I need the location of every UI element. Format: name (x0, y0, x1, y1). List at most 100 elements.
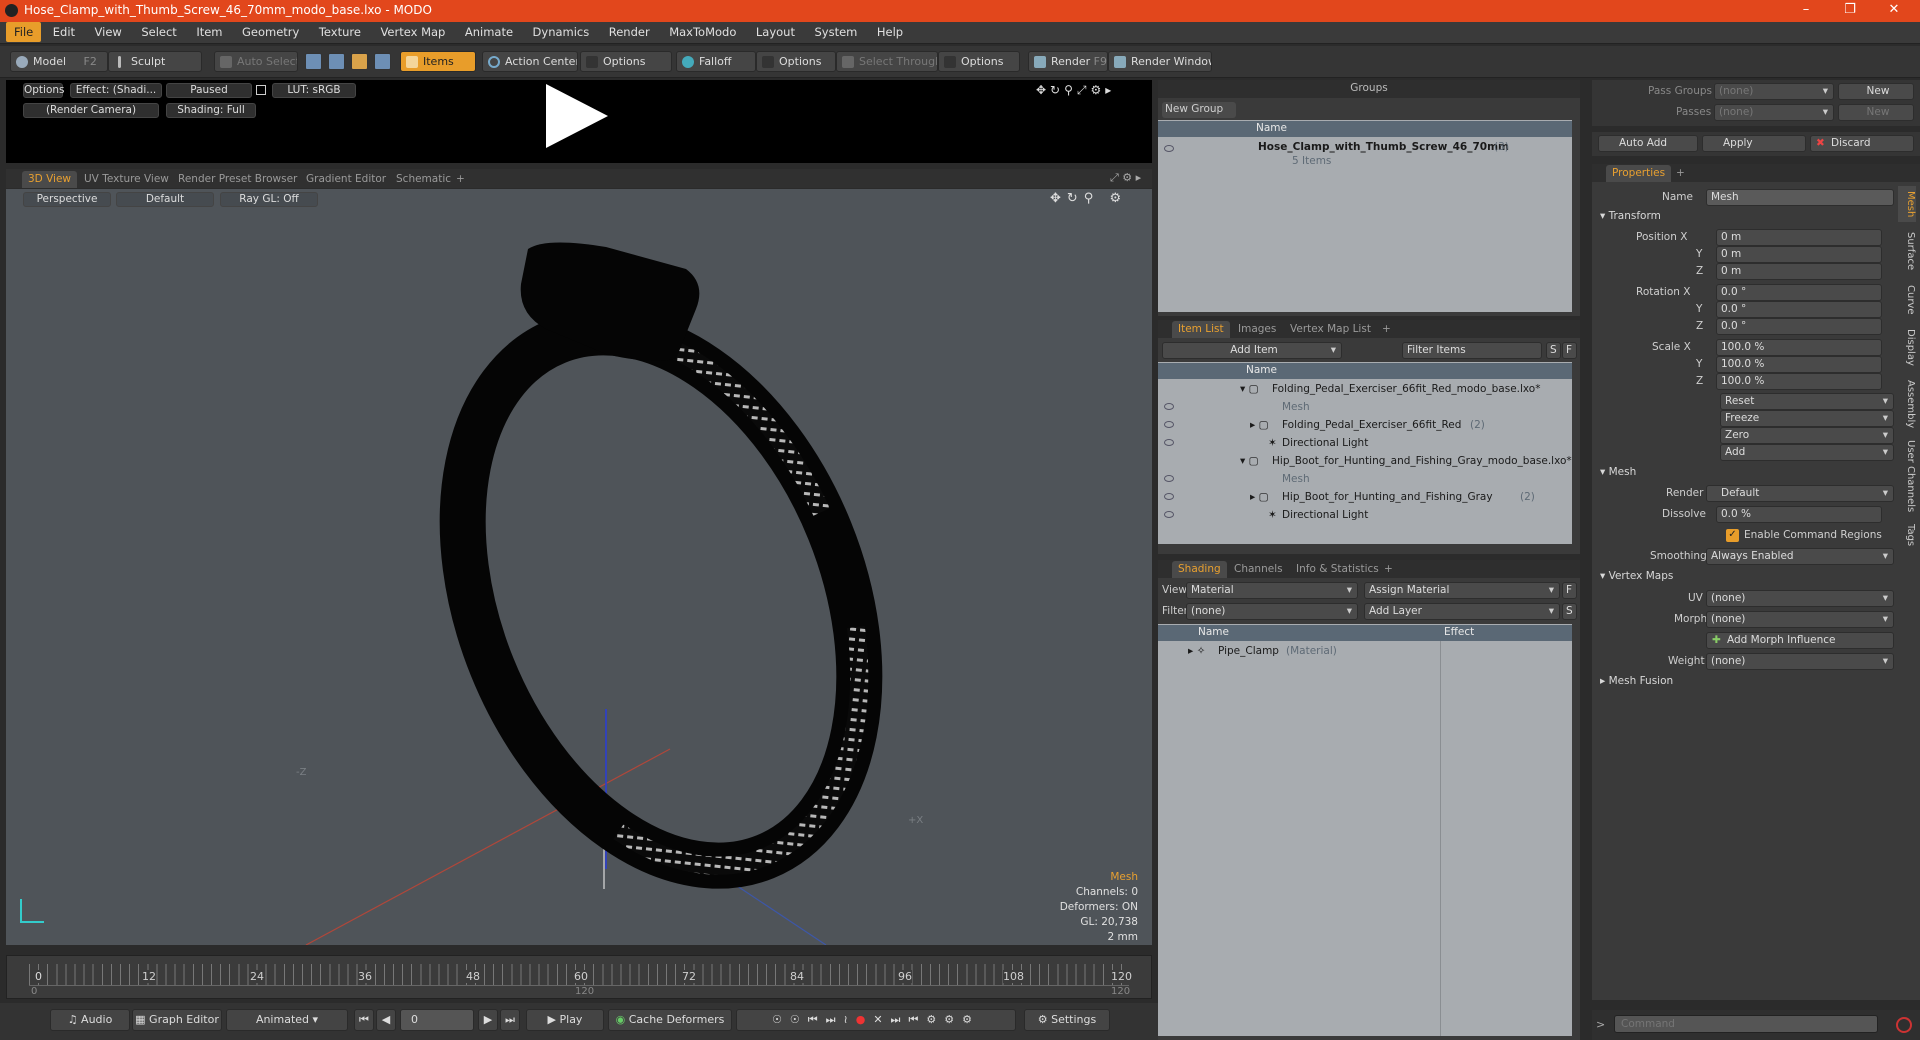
item-row-scene-2[interactable]: ▾ ▢ Hip_Boot_for_Hunting_and_Fishing_Gray… (1158, 452, 1572, 470)
menu-help[interactable]: Help (869, 22, 911, 42)
item-row-light-2[interactable]: ✶ Directional Light (1158, 506, 1572, 524)
tab-add-list[interactable]: + (1376, 321, 1397, 338)
menu-dynamics[interactable]: Dynamics (525, 22, 598, 42)
filter-dropdown[interactable]: (none) (1186, 603, 1358, 620)
item-row-mesh-2[interactable]: Mesh (1158, 470, 1572, 488)
audio-button[interactable]: ♫ Audio (50, 1009, 130, 1031)
items-button[interactable]: Items (400, 51, 476, 72)
options-button-1[interactable]: Options (580, 51, 672, 72)
menu-maxtomodo[interactable]: MaxToModo (661, 22, 744, 42)
goto-end-button[interactable]: ⏭ (500, 1009, 520, 1031)
lock-icon[interactable] (256, 85, 266, 95)
frame-field[interactable]: 0 (400, 1009, 474, 1031)
vertex-maps-section[interactable]: ▾ Vertex Maps (1600, 570, 1673, 582)
options-button-3[interactable]: Options (938, 51, 1020, 72)
group-row[interactable]: Hose_Clamp_with_Thumb_Screw_46_70mm (3) … (1158, 139, 1572, 171)
freeze-dropdown[interactable]: Freeze (1720, 410, 1894, 427)
side-tab-surface[interactable]: Surface (1898, 228, 1916, 274)
menu-item[interactable]: Item (188, 22, 230, 42)
menu-system[interactable]: System (806, 22, 865, 42)
tab-add-properties[interactable]: + (1670, 165, 1691, 182)
zero-dropdown[interactable]: Zero (1720, 427, 1894, 444)
rotation-z-field[interactable]: 0.0 ° (1716, 318, 1882, 335)
add-dropdown[interactable]: Add (1720, 444, 1894, 461)
3d-viewport[interactable]: Perspective Default Ray GL: Off ✥↻⚲ ⚙ -Z… (6, 189, 1152, 945)
eye-icon[interactable] (1164, 421, 1174, 428)
shading-f-button[interactable]: F (1562, 582, 1577, 599)
scale-z-field[interactable]: 100.0 % (1716, 373, 1882, 390)
side-tab-mesh[interactable]: Mesh (1898, 186, 1916, 222)
menu-animate[interactable]: Animate (457, 22, 521, 42)
effect-dropdown[interactable]: Effect: (Shadi... (70, 83, 162, 98)
menu-texture[interactable]: Texture (311, 22, 369, 42)
menu-render[interactable]: Render (601, 22, 658, 42)
new-group-button[interactable]: New Group (1162, 102, 1236, 118)
menu-layout[interactable]: Layout (748, 22, 803, 42)
side-tab-user-channels[interactable]: User Channels (1898, 438, 1916, 514)
eye-icon[interactable] (1164, 511, 1174, 518)
tab-properties[interactable]: Properties (1606, 165, 1672, 182)
position-y-field[interactable]: 0 m (1716, 246, 1882, 263)
tab-vertex-map-list[interactable]: Vertex Map List (1284, 321, 1377, 338)
shader-row-pipe-clamp[interactable]: ▸ ✧ Pipe_Clamp (Material) (1158, 642, 1572, 660)
play-icon[interactable] (546, 84, 608, 148)
materials-mode-icon[interactable] (374, 53, 391, 70)
uv-dropdown[interactable]: (none) (1706, 590, 1894, 607)
tab-shading[interactable]: Shading (1172, 561, 1227, 578)
tab-channels[interactable]: Channels (1228, 561, 1289, 578)
tab-images[interactable]: Images (1232, 321, 1282, 338)
lut-dropdown[interactable]: LUT: sRGB (272, 83, 356, 98)
eye-icon[interactable] (1164, 439, 1174, 446)
side-tab-display[interactable]: Display (1898, 324, 1916, 370)
tab-schematic[interactable]: Schematic (390, 171, 457, 188)
side-tab-assembly[interactable]: Assembly (1898, 376, 1916, 432)
item-list-f-button[interactable]: F (1562, 342, 1577, 359)
eye-icon[interactable] (1164, 145, 1174, 152)
tab-item-list[interactable]: Item List (1172, 321, 1230, 338)
new-pass-group-button[interactable]: New (1838, 83, 1914, 100)
item-row-light-1[interactable]: ✶ Directional Light (1158, 434, 1572, 452)
model-button[interactable]: Model F2 (10, 51, 108, 72)
view-dropdown[interactable]: Material (1186, 582, 1358, 599)
render-camera-dropdown[interactable]: (Render Camera) (23, 103, 159, 118)
render-dropdown[interactable]: Default (1706, 485, 1894, 502)
item-list-s-button[interactable]: S (1546, 342, 1561, 359)
reset-dropdown[interactable]: Reset (1720, 393, 1894, 410)
tab-3d-view[interactable]: 3D View (22, 171, 78, 188)
new-pass-button[interactable]: New (1838, 104, 1914, 121)
tab-gradient-editor[interactable]: Gradient Editor (300, 171, 392, 188)
edges-mode-icon[interactable] (328, 53, 345, 70)
animated-dropdown[interactable]: Animated ▾ (226, 1009, 348, 1031)
goto-start-button[interactable]: ⏮ (354, 1009, 374, 1031)
auto-select-button[interactable]: Auto Select (214, 51, 298, 72)
item-row-mesh-1[interactable]: Mesh (1158, 398, 1572, 416)
weight-dropdown[interactable]: (none) (1706, 653, 1894, 670)
item-row-pedal-group[interactable]: ▸ ▢ Folding_Pedal_Exerciser_66fit_Red (2) (1158, 416, 1572, 434)
tab-info-statistics[interactable]: Info & Statistics (1290, 561, 1385, 578)
graph-editor-button[interactable]: ▦ Graph Editor (132, 1009, 222, 1031)
maximize-button[interactable]: ❐ (1828, 0, 1872, 22)
menu-edit[interactable]: Edit (45, 22, 83, 42)
viewport-settings-icon[interactable]: ⤢ ⚙ ▸ (1110, 171, 1141, 185)
side-tab-tags[interactable]: Tags (1898, 520, 1916, 550)
next-key-button[interactable]: ▶ (478, 1009, 498, 1031)
item-row-scene-1[interactable]: ▾ ▢ Folding_Pedal_Exerciser_66fit_Red_mod… (1158, 380, 1572, 398)
position-x-field[interactable]: 0 m (1716, 229, 1882, 246)
filter-items-input[interactable]: Filter Items (1402, 342, 1542, 359)
prev-key-button[interactable]: ◀ (376, 1009, 396, 1031)
add-morph-influence-button[interactable]: ✚ Add Morph Influence (1706, 632, 1894, 649)
select-through-button[interactable]: Select Through (836, 51, 938, 72)
side-tab-curve[interactable]: Curve (1898, 282, 1916, 318)
menu-view[interactable]: View (87, 22, 130, 42)
name-field[interactable]: Mesh (1706, 189, 1894, 206)
item-row-boot-group[interactable]: ▸ ▢ Hip_Boot_for_Hunting_and_Fishing_Gray… (1158, 488, 1572, 506)
close-button[interactable]: ✕ (1872, 0, 1916, 22)
tab-render-preset-browser[interactable]: Render Preset Browser (172, 171, 303, 188)
play-button[interactable]: ▶ Play (526, 1009, 604, 1031)
menu-select[interactable]: Select (133, 22, 184, 42)
add-layer-dropdown[interactable]: Add Layer (1364, 603, 1560, 620)
options-button-2[interactable]: Options (756, 51, 836, 72)
settings-button[interactable]: ⚙ Settings (1024, 1009, 1110, 1031)
mesh-section[interactable]: ▾ Mesh (1600, 466, 1636, 478)
tab-add[interactable]: + (450, 171, 471, 188)
